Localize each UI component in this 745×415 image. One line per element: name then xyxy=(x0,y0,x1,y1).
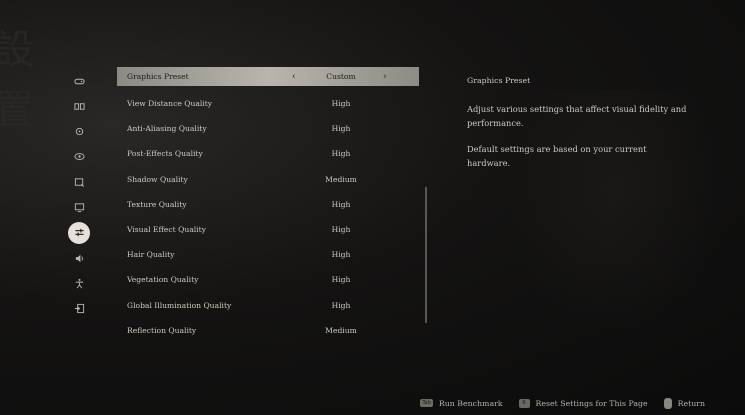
setting-label: Vegetation Quality xyxy=(127,275,199,285)
setting-label: Texture Quality xyxy=(127,199,187,209)
setting-row[interactable]: Visual Effect Quality High xyxy=(117,217,419,242)
setting-value: High xyxy=(331,149,351,159)
return-button[interactable]: Return xyxy=(663,397,705,409)
setting-row[interactable]: Texture Quality High xyxy=(117,192,419,217)
setting-row[interactable]: Global Illumination Quality High xyxy=(117,293,419,318)
setting-label: Shadow Quality xyxy=(127,174,188,184)
graphics-preset-row[interactable]: Graphics Preset ‹ Custom › xyxy=(117,67,419,86)
accessibility-icon[interactable] xyxy=(68,272,90,294)
run-benchmark-label: Run Benchmark xyxy=(438,398,503,408)
setting-label: Hair Quality xyxy=(127,250,175,260)
setting-row[interactable]: Anti-Aliasing Quality High xyxy=(117,116,419,141)
controls-icon[interactable] xyxy=(68,95,90,117)
setting-value: High xyxy=(331,99,351,109)
setting-value: High xyxy=(331,124,351,134)
eye-icon[interactable] xyxy=(68,146,90,168)
setting-row[interactable]: Shadow Quality Medium xyxy=(117,167,419,192)
return-label: Return xyxy=(677,398,705,408)
setting-value: High xyxy=(331,300,351,310)
setting-label: Visual Effect Quality xyxy=(127,225,206,235)
setting-value: Custom xyxy=(326,72,356,81)
setting-value: High xyxy=(331,199,351,209)
setting-value: Medium xyxy=(325,325,357,335)
setting-row[interactable]: Hair Quality High xyxy=(117,242,419,267)
description-text: Adjust various settings that affect visu… xyxy=(467,104,687,128)
tab-key-icon: Tab xyxy=(420,399,433,407)
setting-row[interactable]: Vegetation Quality High xyxy=(117,267,419,292)
setting-label: View Distance Quality xyxy=(127,99,213,109)
search-monitor-icon[interactable] xyxy=(68,171,90,193)
description-text: Default settings are based on your curre… xyxy=(467,144,647,168)
setting-value: Medium xyxy=(325,174,357,184)
setting-value: High xyxy=(331,275,351,285)
graphics-settings-list: Graphics Preset ‹ Custom › View Distance… xyxy=(117,66,419,343)
setting-label: Global Illumination Quality xyxy=(127,300,232,310)
r-key-icon: R xyxy=(518,398,530,408)
setting-row[interactable]: Post-Effects Quality High xyxy=(117,141,419,166)
reset-settings-button[interactable]: R Reset Settings for This Page xyxy=(518,398,648,408)
setting-label: Post-Effects Quality xyxy=(127,149,203,159)
chevron-right-icon[interactable]: › xyxy=(383,72,387,82)
description-title: Graphics Preset xyxy=(467,76,531,85)
background-calligraphy: 設置 xyxy=(0,27,34,133)
setting-value: High xyxy=(331,250,351,260)
audio-icon[interactable] xyxy=(68,247,90,269)
display-icon[interactable] xyxy=(68,196,90,218)
run-benchmark-button[interactable]: Tab Run Benchmark xyxy=(420,398,503,408)
setting-row[interactable]: View Distance Quality High xyxy=(117,91,419,116)
reset-settings-label: Reset Settings for This Page xyxy=(535,398,648,408)
gamepad-icon[interactable] xyxy=(68,70,90,92)
chevron-left-icon[interactable]: ‹ xyxy=(292,72,296,82)
footer-hints: Tab Run Benchmark R Reset Settings for T… xyxy=(420,396,705,410)
setting-value: High xyxy=(331,225,351,235)
setting-label: Anti-Aliasing Quality xyxy=(127,124,207,134)
setting-label: Graphics Preset xyxy=(127,72,189,81)
setting-label: Reflection Quality xyxy=(127,325,197,335)
exit-icon[interactable] xyxy=(68,298,90,320)
graphics-sliders-icon[interactable] xyxy=(68,221,90,244)
description-panel: Graphics Preset Adjust various settings … xyxy=(467,74,687,182)
settings-scrollbar[interactable] xyxy=(425,187,427,323)
settings-category-sidebar xyxy=(68,70,92,323)
target-icon[interactable] xyxy=(68,121,90,143)
mouse-right-click-icon xyxy=(663,397,672,409)
setting-row[interactable]: Reflection Quality Medium xyxy=(117,318,419,343)
